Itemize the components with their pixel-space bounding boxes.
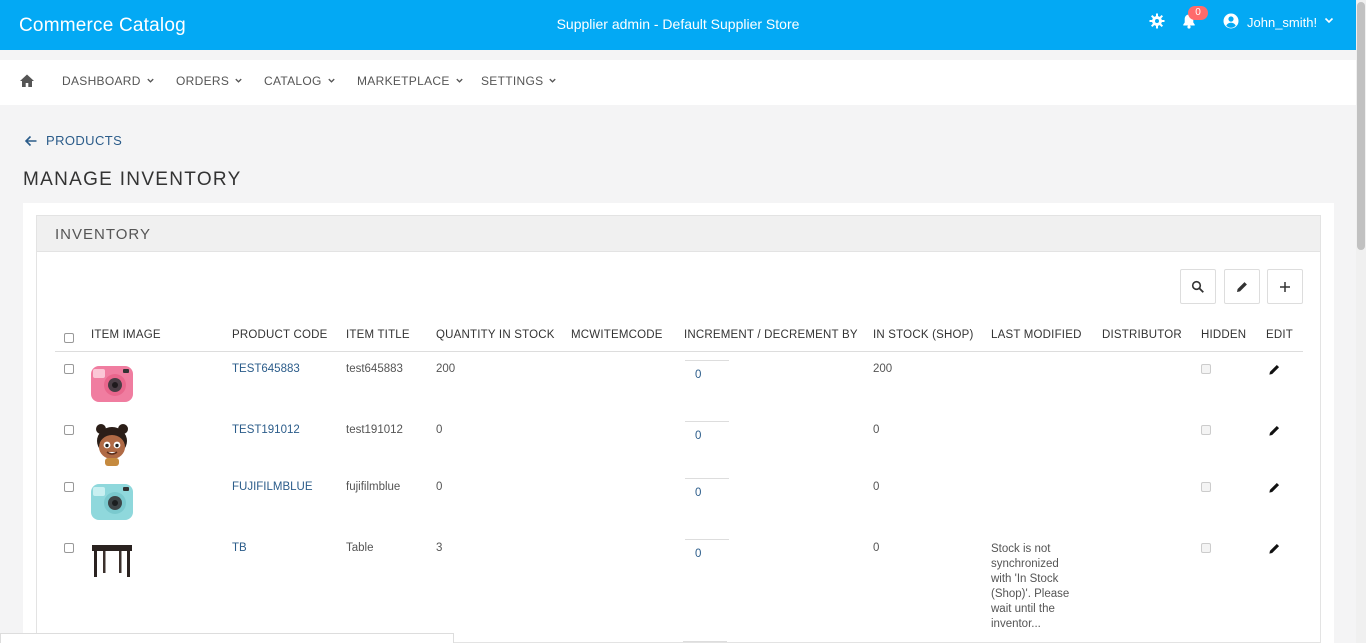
pencil-icon[interactable] (1268, 424, 1281, 437)
nav-orders[interactable]: ORDERS (176, 74, 243, 88)
col-distributor[interactable]: DISTRIBUTOR (1102, 329, 1182, 341)
search-icon (1191, 280, 1204, 293)
quantity-in-stock: 200 (436, 363, 456, 375)
row-checkbox[interactable] (64, 425, 74, 435)
pencil-icon[interactable] (1268, 542, 1281, 555)
user-avatar-icon[interactable] (1223, 13, 1239, 29)
add-button[interactable] (1267, 269, 1303, 304)
col-item-image[interactable]: ITEM IMAGE (91, 329, 161, 341)
panel-header: INVENTORY (37, 216, 1320, 252)
top-bar: Commerce Catalog Supplier admin - Defaul… (0, 0, 1356, 50)
chevron-down-icon (147, 78, 154, 83)
row-checkbox[interactable] (64, 543, 74, 553)
item-title: fujifilmblue (346, 481, 401, 493)
chevron-down-icon (549, 78, 557, 83)
nav-dashboard-label: DASHBOARD (62, 74, 141, 88)
nav-orders-label: ORDERS (176, 74, 230, 88)
product-code-link[interactable]: FUJIFILMBLUE (232, 481, 313, 493)
scrollbar-thumb[interactable] (1357, 2, 1365, 250)
item-title: test645883 (346, 363, 403, 375)
col-quantity[interactable]: QUANTITY IN STOCK (436, 329, 555, 341)
chevron-down-icon (327, 78, 335, 83)
gear-icon[interactable] (1149, 13, 1165, 29)
main-nav: DASHBOARD ORDERS CATALOG MARKETPLACE SET… (0, 60, 1356, 105)
col-edit[interactable]: EDIT (1266, 329, 1293, 341)
hidden-checkbox[interactable] (1201, 482, 1211, 492)
product-code-link[interactable]: TEST645883 (232, 363, 300, 375)
chevron-down-icon (235, 78, 242, 83)
hidden-checkbox[interactable] (1201, 543, 1211, 553)
quantity-in-stock: 0 (436, 424, 443, 436)
blue-instant-camera-image (91, 484, 133, 520)
notification-badge: 0 (1188, 6, 1208, 20)
in-stock-shop: 0 (873, 542, 880, 554)
hidden-checkbox[interactable] (1201, 364, 1211, 374)
pencil-icon (1237, 281, 1247, 292)
hidden-checkbox[interactable] (1201, 425, 1211, 435)
search-button[interactable] (1180, 269, 1216, 304)
pencil-icon[interactable] (1268, 363, 1281, 376)
in-stock-shop: 0 (873, 424, 880, 436)
status-bar (0, 633, 454, 643)
select-all-checkbox[interactable] (64, 333, 74, 343)
nav-marketplace[interactable]: MARKETPLACE (357, 74, 464, 88)
page-scrollbar[interactable] (1356, 0, 1366, 643)
arrow-left-icon (24, 135, 37, 146)
user-name[interactable]: John_smith! (1247, 15, 1317, 30)
nav-catalog[interactable]: CATALOG (264, 74, 336, 88)
nav-catalog-label: CATALOG (264, 74, 322, 88)
increment-input[interactable]: 0 (685, 539, 729, 569)
pencil-icon[interactable] (1268, 481, 1281, 494)
plus-icon (1280, 281, 1290, 292)
col-product-code[interactable]: PRODUCT CODE (232, 329, 327, 341)
table-header: ITEM IMAGE PRODUCT CODE ITEM TITLE QUANT… (55, 329, 1303, 352)
col-hidden[interactable]: HIDDEN (1201, 329, 1246, 341)
product-code-link[interactable]: TEST191012 (232, 424, 300, 436)
in-stock-shop: 0 (873, 481, 880, 493)
item-title: test191012 (346, 424, 403, 436)
quantity-in-stock: 0 (436, 481, 443, 493)
page-title: MANAGE INVENTORY (23, 169, 242, 190)
back-to-products-link[interactable]: PRODUCTS (24, 133, 122, 148)
col-mcwitemcode[interactable]: MCWITEMCODE (571, 329, 663, 341)
nav-settings[interactable]: SETTINGS (481, 74, 557, 88)
nav-marketplace-label: MARKETPLACE (357, 74, 450, 88)
col-in-stock-shop[interactable]: IN STOCK (SHOP) (873, 329, 974, 341)
row-checkbox[interactable] (64, 364, 74, 374)
cartoon-character-image (96, 424, 128, 466)
increment-input[interactable]: 0 (685, 478, 729, 508)
increment-input[interactable]: 0 (685, 421, 729, 451)
bulk-edit-button[interactable] (1224, 269, 1260, 304)
nav-settings-label: SETTINGS (481, 74, 544, 88)
increment-input[interactable]: 0 (685, 360, 729, 390)
col-item-title[interactable]: ITEM TITLE (346, 329, 410, 341)
chevron-down-icon (455, 78, 463, 83)
back-link-label: PRODUCTS (46, 133, 123, 148)
quantity-in-stock: 3 (436, 542, 443, 554)
home-icon[interactable] (19, 73, 35, 89)
pink-instant-camera-image (91, 366, 133, 402)
col-increment[interactable]: INCREMENT / DECREMENT BY (684, 329, 858, 341)
last-modified: Stock is not synchronized with 'In Stock… (991, 543, 1070, 630)
chevron-down-icon[interactable] (1323, 14, 1335, 26)
col-last-modified[interactable]: LAST MODIFIED (991, 329, 1082, 341)
inventory-panel: INVENTORY ITEM IMAGE PRODUCT CODE ITEM T… (36, 215, 1321, 643)
nav-dashboard[interactable]: DASHBOARD (62, 74, 155, 88)
product-code-link[interactable]: TB (232, 542, 247, 554)
in-stock-shop: 200 (873, 363, 893, 375)
table-image (92, 545, 132, 577)
row-checkbox[interactable] (64, 482, 74, 492)
panel-title: INVENTORY (55, 226, 151, 243)
item-title: Table (346, 542, 374, 554)
